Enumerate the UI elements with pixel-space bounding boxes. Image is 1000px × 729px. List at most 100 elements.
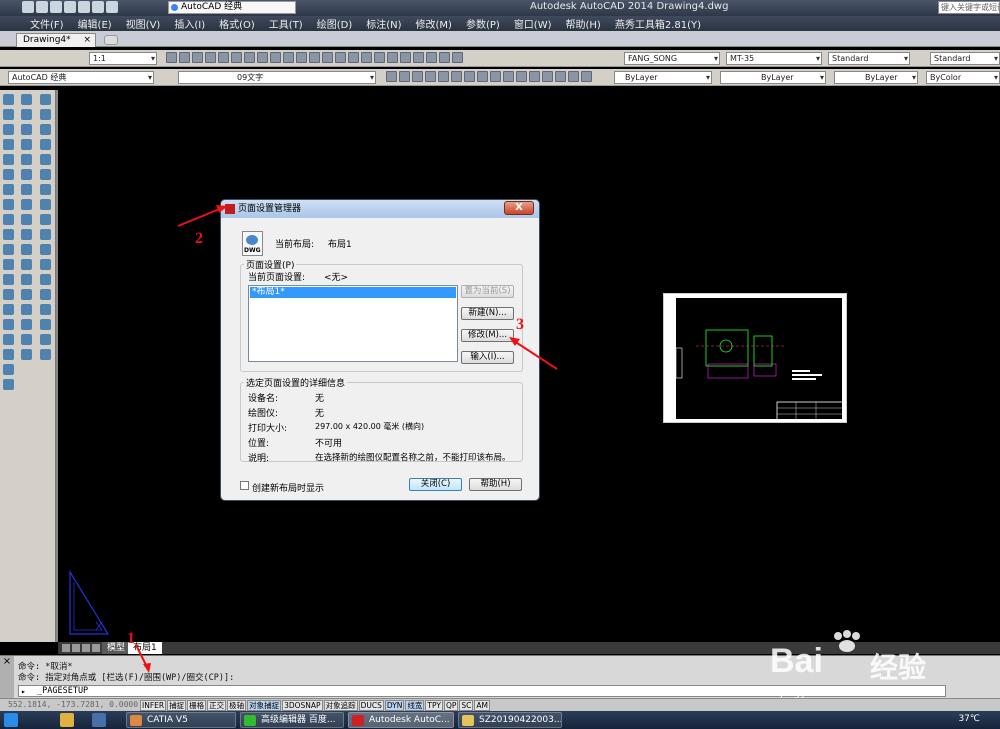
snap-from-icon[interactable]: [40, 94, 51, 105]
snap-int-icon[interactable]: [40, 139, 51, 150]
menu-edit[interactable]: 编辑(E): [78, 16, 112, 31]
layer-cur-icon[interactable]: [568, 71, 579, 82]
snap-qua-icon[interactable]: [40, 199, 51, 210]
zoom-previous-icon[interactable]: [361, 52, 372, 63]
snap-none-icon[interactable]: [40, 304, 51, 315]
new-button[interactable]: 新建(N)...: [461, 307, 514, 320]
designcenter-icon[interactable]: [387, 52, 398, 63]
layer-unlock-icon[interactable]: [477, 71, 488, 82]
menu-modify[interactable]: 修改(M): [416, 16, 452, 31]
undo-icon[interactable]: [296, 52, 307, 63]
snap-mid-icon[interactable]: [40, 124, 51, 135]
status-toggle-6[interactable]: 3DOSNAP: [282, 700, 323, 711]
layer-walk-icon[interactable]: [490, 71, 501, 82]
color-dropdown[interactable]: ByLayer: [614, 71, 712, 84]
zoom-icon[interactable]: [335, 52, 346, 63]
pline-icon[interactable]: [3, 124, 14, 135]
ellipse-icon[interactable]: [3, 229, 14, 240]
status-toggle-1[interactable]: 捕捉: [167, 700, 187, 711]
new-tab-button[interactable]: [104, 35, 118, 45]
close-button[interactable]: 关闭(C): [409, 478, 462, 491]
layer-dropdown[interactable]: 09文字: [178, 71, 376, 84]
copy-icon[interactable]: [257, 52, 268, 63]
prev-tab-icon[interactable]: [72, 644, 80, 652]
close-icon[interactable]: ×: [0, 656, 14, 699]
menu-tools[interactable]: 工具(T): [269, 16, 303, 31]
snap-tan-icon[interactable]: [40, 214, 51, 225]
stretch-icon[interactable]: [21, 214, 32, 225]
status-toggle-9[interactable]: DYN: [384, 700, 405, 711]
status-toggle-5[interactable]: 对象捕捉: [247, 700, 282, 711]
show-on-new-layout-checkbox[interactable]: [240, 481, 249, 490]
blend-icon[interactable]: [21, 334, 32, 345]
list-item[interactable]: *布局1*: [250, 287, 456, 298]
status-toggle-0[interactable]: INFER: [140, 700, 167, 711]
close-icon[interactable]: ×: [83, 34, 91, 46]
pan-icon[interactable]: [322, 52, 333, 63]
status-toggle-11[interactable]: TPY: [425, 700, 443, 711]
snap-extra-icon[interactable]: [40, 334, 51, 345]
menu-window[interactable]: 窗口(W): [514, 16, 552, 31]
fillet-icon[interactable]: [21, 319, 32, 330]
trim-icon[interactable]: [21, 229, 32, 240]
circle-icon[interactable]: [3, 184, 14, 195]
offset-icon[interactable]: [21, 139, 32, 150]
mtext-icon[interactable]: [3, 364, 14, 375]
layer-merge-icon[interactable]: [503, 71, 514, 82]
taskbar-folder[interactable]: SZ20190422003...: [458, 712, 562, 728]
layer-delete-icon[interactable]: [516, 71, 527, 82]
revcloud-icon[interactable]: [3, 199, 14, 210]
snap-extra2-icon[interactable]: [40, 349, 51, 360]
polygon-icon[interactable]: [3, 139, 14, 150]
saveas-icon[interactable]: [64, 1, 76, 13]
explode-icon[interactable]: [21, 349, 32, 360]
status-toggle-8[interactable]: DUCS: [358, 700, 384, 711]
help-icon[interactable]: [452, 52, 463, 63]
next-tab-icon[interactable]: [82, 644, 90, 652]
menu-parametric[interactable]: 参数(P): [466, 16, 500, 31]
break-icon[interactable]: [21, 274, 32, 285]
ellipse-arc-icon[interactable]: [3, 244, 14, 255]
hatch-icon[interactable]: [3, 304, 14, 315]
new-icon[interactable]: [166, 52, 177, 63]
snap-app-icon[interactable]: [40, 154, 51, 165]
text-style-dropdown[interactable]: FANG_SONG: [624, 52, 720, 65]
layer-lock-icon[interactable]: [464, 71, 475, 82]
arc-icon[interactable]: [3, 169, 14, 180]
snap-nea-icon[interactable]: [40, 289, 51, 300]
calc-icon[interactable]: [439, 52, 450, 63]
paste-icon[interactable]: [270, 52, 281, 63]
menu-insert[interactable]: 插入(I): [174, 16, 205, 31]
taskbar-catia[interactable]: CATIA V5: [126, 712, 236, 728]
erase-icon[interactable]: [21, 94, 32, 105]
layer-copy-icon[interactable]: [529, 71, 540, 82]
set-current-button[interactable]: 置为当前(S): [461, 285, 514, 298]
point-icon[interactable]: [3, 289, 14, 300]
layer-state-icon[interactable]: [399, 71, 410, 82]
open-icon[interactable]: [179, 52, 190, 63]
zoom-window-icon[interactable]: [348, 52, 359, 63]
make-block-icon[interactable]: [3, 274, 14, 285]
undo-icon[interactable]: [92, 1, 104, 13]
workspace-switcher[interactable]: AutoCAD 经典: [168, 1, 296, 14]
rotate-icon[interactable]: [21, 184, 32, 195]
spline-icon[interactable]: [3, 214, 14, 225]
status-toggle-3[interactable]: 正交: [207, 700, 227, 711]
save-icon[interactable]: [192, 52, 203, 63]
menu-view[interactable]: 视图(V): [126, 16, 161, 31]
desktop-icon[interactable]: [92, 713, 106, 727]
matchprop-icon[interactable]: [283, 52, 294, 63]
new-icon[interactable]: [22, 1, 34, 13]
gradient-icon[interactable]: [3, 319, 14, 330]
dim-style-dropdown[interactable]: MT-35: [726, 52, 822, 65]
line-icon[interactable]: [3, 94, 14, 105]
workspace-dropdown[interactable]: AutoCAD 经典: [8, 71, 154, 84]
move-icon[interactable]: [21, 169, 32, 180]
plot-icon[interactable]: [78, 1, 90, 13]
menu-dimension[interactable]: 标注(N): [366, 16, 401, 31]
layout-paper-sheet[interactable]: [663, 293, 847, 423]
modify-button[interactable]: 修改(M)...: [461, 329, 514, 342]
properties-icon[interactable]: [374, 52, 385, 63]
mirror-icon[interactable]: [21, 124, 32, 135]
layer-vp-icon[interactable]: [581, 71, 592, 82]
